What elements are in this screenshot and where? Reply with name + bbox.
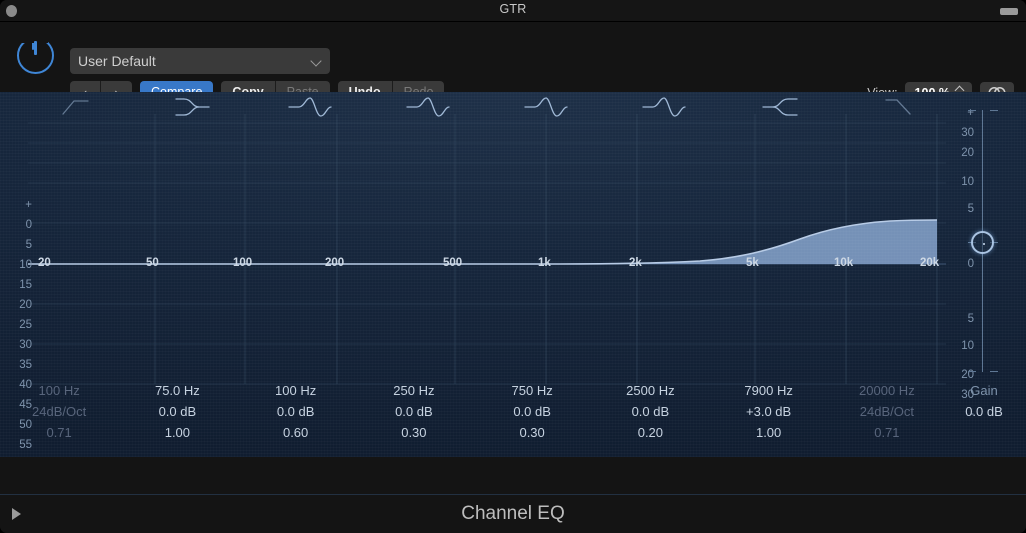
band-handle-6 xyxy=(642,97,686,117)
plugin-toolbar: User Default ‹ › Compare Copy Paste Undo… xyxy=(0,22,1026,104)
gain-tick xyxy=(990,371,998,372)
y-axis-left-label: 20 xyxy=(19,299,32,311)
y-axis-left-label: 25 xyxy=(19,319,32,331)
y-axis-left-label: 0 xyxy=(25,219,32,231)
band-q[interactable]: 0.71 xyxy=(828,422,946,443)
power-icon[interactable] xyxy=(17,31,54,74)
band-params-6[interactable]: 2500 Hz 0.0 dB 0.20 xyxy=(591,380,709,445)
master-gain-readout: Gain 0.0 dB xyxy=(948,380,1020,422)
band-params-5[interactable]: 750 Hz 0.0 dB 0.30 xyxy=(473,380,591,445)
eq-band-handles xyxy=(0,92,1026,122)
band-handle-7 xyxy=(762,98,798,116)
plugin-footer: Channel EQ xyxy=(0,494,1026,533)
eq-curve-fill xyxy=(28,220,937,264)
x-axis-label: 1k xyxy=(538,257,551,269)
band-params-8[interactable]: 20000 Hz 24dB/Oct 0.71 xyxy=(828,380,946,445)
gain-tick xyxy=(968,110,976,111)
band-frequency[interactable]: 250 Hz xyxy=(355,380,473,401)
x-axis-label: 5k xyxy=(746,257,759,269)
x-axis-label: 2k xyxy=(629,257,642,269)
band-gain-slope[interactable]: 24dB/Oct xyxy=(0,401,118,422)
master-gain-label: Gain xyxy=(970,383,998,398)
band-parameters-row: 100 Hz 24dB/Oct 0.71 75.0 Hz 0.0 dB 1.00… xyxy=(0,380,946,445)
master-gain-slider[interactable] xyxy=(968,110,998,372)
chevron-down-icon xyxy=(311,56,322,67)
x-axis-label: 20k xyxy=(920,257,940,269)
band-q[interactable]: 1.00 xyxy=(710,422,828,443)
band-handle-5 xyxy=(524,97,568,117)
band-handle-3 xyxy=(288,97,332,117)
x-axis-label: 200 xyxy=(325,257,345,269)
y-axis-left-label: 15 xyxy=(19,279,32,291)
x-axis-label: 10k xyxy=(834,257,854,269)
band-q[interactable]: 0.20 xyxy=(591,422,709,443)
band-gain-slope[interactable]: 24dB/Oct xyxy=(828,401,946,422)
channel-eq-plugin-window: GTR User Default ‹ › Compare Copy Paste xyxy=(0,0,1026,533)
band-frequency[interactable]: 75.0 Hz xyxy=(118,380,236,401)
eq-graph-area[interactable]: + 0 5 10 15 20 25 30 35 40 45 50 55 60 -… xyxy=(0,92,1026,457)
eq-graph-inner: + 0 5 10 15 20 25 30 35 40 45 50 55 60 -… xyxy=(0,92,1026,457)
plugin-name: Channel EQ xyxy=(461,503,565,524)
y-axis-left-label: 10 xyxy=(19,259,32,271)
band-handle-icons xyxy=(62,97,911,117)
x-axis-label: 20 xyxy=(38,257,51,269)
band-handle-4 xyxy=(406,97,450,117)
y-axis-left-label: + xyxy=(25,199,32,211)
band-params-1[interactable]: 100 Hz 24dB/Oct 0.71 xyxy=(0,380,118,445)
band-q[interactable]: 1.00 xyxy=(118,422,236,443)
band-q[interactable]: 0.30 xyxy=(473,422,591,443)
gain-tick xyxy=(990,110,998,111)
band-gain-slope[interactable]: 0.0 dB xyxy=(591,401,709,422)
band-q[interactable]: 0.71 xyxy=(0,422,118,443)
band-frequency[interactable]: 2500 Hz xyxy=(591,380,709,401)
band-frequency[interactable]: 20000 Hz xyxy=(828,380,946,401)
band-params-4[interactable]: 250 Hz 0.0 dB 0.30 xyxy=(355,380,473,445)
band-q[interactable]: 0.60 xyxy=(237,422,355,443)
x-axis-label: 50 xyxy=(146,257,159,269)
power-stem xyxy=(34,41,37,55)
band-frequency[interactable]: 750 Hz xyxy=(473,380,591,401)
band-gain-slope[interactable]: 0.0 dB xyxy=(237,401,355,422)
band-params-3[interactable]: 100 Hz 0.0 dB 0.60 xyxy=(237,380,355,445)
window-title: GTR xyxy=(499,2,527,16)
y-axis-left-label: 5 xyxy=(25,239,32,251)
band-handle-1 xyxy=(62,100,89,115)
preset-dropdown[interactable]: User Default xyxy=(70,48,330,74)
preset-name: User Default xyxy=(78,53,156,69)
band-params-2[interactable]: 75.0 Hz 0.0 dB 1.00 xyxy=(118,380,236,445)
band-q[interactable]: 0.30 xyxy=(355,422,473,443)
band-params-7[interactable]: 7900 Hz +3.0 dB 1.00 xyxy=(710,380,828,445)
master-gain-value[interactable]: 0.0 dB xyxy=(948,401,1020,422)
band-frequency[interactable]: 100 Hz xyxy=(237,380,355,401)
y-axis-left-label: 30 xyxy=(19,339,32,351)
x-axis-label: 100 xyxy=(233,257,253,269)
band-frequency[interactable]: 7900 Hz xyxy=(710,380,828,401)
band-gain-slope[interactable]: 0.0 dB xyxy=(473,401,591,422)
band-gain-slope[interactable]: 0.0 dB xyxy=(118,401,236,422)
band-gain-slope[interactable]: +3.0 dB xyxy=(710,401,828,422)
band-frequency[interactable]: 100 Hz xyxy=(0,380,118,401)
band-gain-slope[interactable]: 0.0 dB xyxy=(355,401,473,422)
band-handle-2 xyxy=(175,98,210,116)
gain-tick xyxy=(968,371,976,372)
y-axis-left-label: 35 xyxy=(19,359,32,371)
resize-handle-icon[interactable] xyxy=(1000,8,1018,15)
window-titlebar: GTR xyxy=(0,0,1026,22)
band-handle-8 xyxy=(885,99,911,115)
x-axis-label: 500 xyxy=(443,257,463,269)
gain-slider-knob[interactable] xyxy=(971,231,994,254)
